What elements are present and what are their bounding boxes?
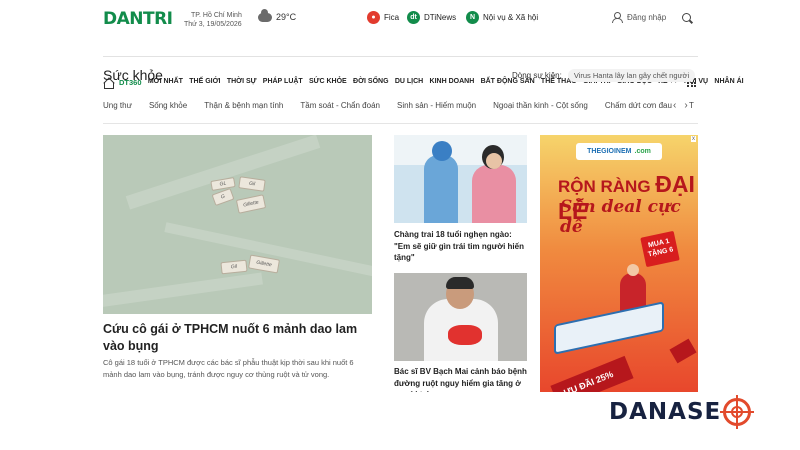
subnav-arrows: ‹ ›: [673, 100, 688, 111]
close-icon[interactable]: x: [691, 136, 696, 142]
subnav-item-sinh-san[interactable]: Sinh sản - Hiếm muộn: [397, 101, 476, 110]
login-label: Đăng nhập: [627, 13, 667, 22]
target-icon: [720, 395, 755, 429]
ad-ribbon: ƯU ĐÃI 25%: [550, 355, 634, 392]
partner-fica[interactable]: ● Fica: [367, 11, 399, 24]
partner-dtinews[interactable]: dt DTiNews: [407, 11, 456, 24]
nav-item-phap-luat[interactable]: PHÁP LUẬT: [263, 78, 303, 87]
subnav-divider: [103, 123, 698, 124]
page-title: Sức khỏe: [103, 67, 163, 83]
event-chip[interactable]: Virus Hanta lây lan gây chết người: [567, 69, 696, 82]
chevron-left-icon[interactable]: ‹: [673, 100, 676, 111]
nav-item-du-lich[interactable]: DU LỊCH: [395, 78, 423, 87]
main-article-sapo: Cô gái 18 tuổi ở TPHCM được các bác sĩ p…: [103, 358, 354, 379]
dtinews-icon: dt: [407, 11, 420, 24]
subnav-item-truncated[interactable]: T: [689, 101, 694, 110]
date: Thứ 3, 19/05/2026: [184, 21, 242, 28]
nav-divider: [103, 56, 698, 57]
side-article-title-1[interactable]: Chàng trai 18 tuổi nghẹn ngào: "Em sẽ gi…: [394, 229, 529, 264]
partner-noivu[interactable]: N Nội vụ & Xã hội: [466, 11, 538, 24]
ad-mattress-graphic: [554, 301, 664, 355]
subnav-item-tam-soat[interactable]: Tầm soát - Chẩn đoán: [300, 101, 380, 110]
partner-label: DTiNews: [424, 13, 457, 22]
nav-item-suc-khoe[interactable]: SỨC KHỎE: [309, 78, 347, 87]
partner-label: Nội vụ & Xã hội: [483, 13, 539, 22]
fica-icon: ●: [367, 11, 380, 24]
danaseo-watermark: DANASE: [609, 395, 755, 429]
user-icon: [612, 12, 623, 23]
top-header: DANTRI TP. Hồ Chí Minh Thứ 3, 19/05/2026…: [0, 0, 800, 37]
subnav-item-ung-thu[interactable]: Ung thư: [103, 101, 132, 110]
cloud-icon: [258, 8, 272, 22]
login-button[interactable]: Đăng nhập: [612, 12, 666, 23]
subnav-item-song-khoe[interactable]: Sống khỏe: [149, 101, 187, 110]
weather-widget[interactable]: 29°C: [258, 8, 297, 22]
side-article-image-1[interactable]: [394, 135, 527, 223]
ad-brand-suffix: .com: [634, 148, 651, 155]
partner-label: Fica: [384, 13, 400, 22]
subcategory-nav: Ung thư Sống khỏe Thận & bệnh mạn tính T…: [103, 101, 711, 110]
event-bar: Dòng sự kiện: Virus Hanta lây lan gây ch…: [512, 69, 696, 82]
subnav-item-than[interactable]: Thận & bệnh mạn tính: [204, 101, 283, 110]
location: TP. Hồ Chí Minh: [191, 12, 242, 19]
search-icon[interactable]: [682, 13, 693, 24]
ad-ribbon-small: [669, 338, 697, 364]
ad-subheadline: Săn deal cực dễ: [560, 197, 681, 237]
nav-item-nhan-ai[interactable]: NHÂN ÁI: [714, 78, 743, 87]
main-article-image[interactable]: GL Gil G Gillette Gil Gillette: [103, 135, 372, 314]
ad-line1: RỘN RÀNG: [558, 177, 651, 196]
nav-item-doi-song[interactable]: ĐỜI SỐNG: [353, 78, 389, 87]
subnav-item-cham-dut-con-dau[interactable]: Chấm dứt cơn đau: [605, 101, 672, 110]
subnav-item-ngoai-than-kinh[interactable]: Ngoại thần kinh - Cột sống: [493, 101, 588, 110]
noivu-icon: N: [466, 11, 479, 24]
main-article-title[interactable]: Cứu cô gái ở TPHCM nuốt 6 mảnh dao lam v…: [103, 321, 373, 355]
temperature: 29°C: [276, 12, 297, 22]
ad-brand-logo: THEGIOINEM .com: [576, 143, 662, 160]
side-article-title-2[interactable]: Bác sĩ BV Bạch Mai cảnh báo bệnh đường r…: [394, 366, 529, 392]
side-article-image-2[interactable]: [394, 273, 527, 361]
dantri-logo[interactable]: DANTRI: [103, 9, 173, 29]
watermark-text: DANASE: [609, 399, 722, 425]
ad-badge: MUA 1 TẶNG 6: [640, 230, 680, 268]
nav-item-the-gioi[interactable]: THẾ GIỚI: [189, 78, 220, 87]
advertisement-banner[interactable]: x THEGIOINEM .com RỘN RÀNG ĐẠI LỄ Săn dea…: [540, 135, 698, 392]
main-nav: DT360 MỚI NHẤT THẾ GIỚI THỜI SỰ PHÁP LUẬ…: [0, 37, 800, 89]
event-label: Dòng sự kiện:: [512, 71, 562, 80]
chevron-right-icon[interactable]: ›: [684, 100, 687, 111]
nav-item-thoi-su[interactable]: THỜI SỰ: [227, 78, 257, 87]
ad-brand: THEGIOINEM: [587, 148, 632, 155]
nav-item-kinh-doanh[interactable]: KINH DOANH: [430, 78, 475, 87]
location-date: TP. Hồ Chí Minh Thứ 3, 19/05/2026: [184, 11, 242, 29]
